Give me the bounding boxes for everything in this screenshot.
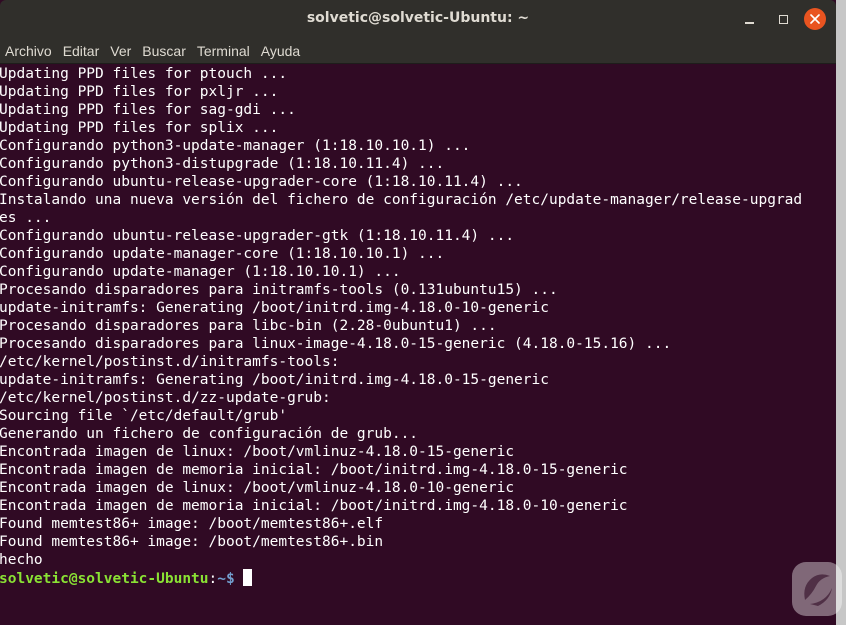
minimize-button[interactable] [737, 7, 761, 31]
menu-terminal[interactable]: Terminal [192, 43, 256, 59]
terminal-line: Encontrada imagen de linux: /boot/vmlinu… [0, 480, 515, 496]
terminal-line: Procesando disparadores para libc-bin (2… [0, 318, 497, 334]
terminal-line: Configurando python3-distupgrade (1:18.1… [0, 156, 445, 172]
terminal-line: Instalando una nueva versión del fichero… [0, 192, 803, 208]
terminal-line: Encontrada imagen de memoria inicial: /b… [0, 498, 628, 514]
terminal-line: Configurando update-manager-core (1:18.1… [0, 246, 445, 262]
terminal-line: hecho [0, 552, 43, 568]
menu-ayuda[interactable]: Ayuda [256, 43, 306, 59]
maximize-button[interactable] [771, 7, 795, 31]
terminal-line: Configurando update-manager (1:18.10.10.… [0, 264, 401, 280]
watermark-logo [792, 562, 842, 616]
terminal-line: Encontrada imagen de memoria inicial: /b… [0, 462, 628, 478]
terminal-line: Procesando disparadores para initramfs-t… [0, 282, 558, 298]
minimize-icon [744, 22, 754, 24]
terminal-line: Updating PPD files for pxljr ... [0, 84, 279, 100]
terminal-line: Configurando ubuntu-release-upgrader-gtk… [0, 228, 515, 244]
terminal-line: /etc/kernel/postinst.d/initramfs-tools: [0, 354, 340, 370]
title-bar[interactable]: solvetic@solvetic-Ubuntu: ~ [0, 0, 836, 38]
menu-editar[interactable]: Editar [58, 43, 106, 59]
terminal-line: Updating PPD files for ptouch ... [0, 66, 288, 82]
terminal-line: Encontrada imagen de linux: /boot/vmlinu… [0, 444, 515, 460]
maximize-icon [778, 14, 788, 24]
terminal-line: Updating PPD files for splix ... [0, 120, 279, 136]
terminal-line: Sourcing file `/etc/default/grub' [0, 408, 288, 424]
prompt-user-host: solvetic@solvetic-Ubuntu [0, 571, 209, 587]
menu-bar: Archivo Editar Ver Buscar Terminal Ayuda [0, 38, 836, 64]
terminal-line: Found memtest86+ image: /boot/memtest86+… [0, 534, 384, 550]
text-cursor [242, 569, 252, 586]
prompt-separator: : [208, 571, 218, 587]
terminal-line: Found memtest86+ image: /boot/memtest86+… [0, 516, 384, 532]
terminal-line: update-initramfs: Generating /boot/initr… [0, 372, 549, 388]
scrollbar[interactable] [836, 0, 846, 625]
window-title: solvetic@solvetic-Ubuntu: ~ [306, 10, 530, 26]
terminal-line: Procesando disparadores para linux-image… [0, 336, 672, 352]
terminal-line: update-initramfs: Generating /boot/initr… [0, 300, 549, 316]
terminal-line: Configurando python3-update-manager (1:1… [0, 138, 471, 154]
terminal-line: Configurando ubuntu-release-upgrader-cor… [0, 174, 523, 190]
prompt-path: ~$ [217, 571, 235, 587]
terminal-line: es ... [0, 210, 52, 226]
menu-ver[interactable]: Ver [105, 43, 137, 59]
terminal-output[interactable]: Updating PPD files for ptouch ... Updati… [0, 64, 836, 625]
terminal-line: Updating PPD files for sag-gdi ... [0, 102, 296, 118]
close-icon [810, 14, 820, 24]
close-button[interactable] [804, 8, 826, 30]
terminal-line: Generando un fichero de configuración de… [0, 426, 419, 442]
terminal-line: /etc/kernel/postinst.d/zz-update-grub: [0, 390, 331, 406]
menu-archivo[interactable]: Archivo [0, 43, 58, 59]
terminal-prompt[interactable]: solvetic@solvetic-Ubuntu:~$ [0, 569, 252, 587]
menu-buscar[interactable]: Buscar [137, 43, 192, 59]
